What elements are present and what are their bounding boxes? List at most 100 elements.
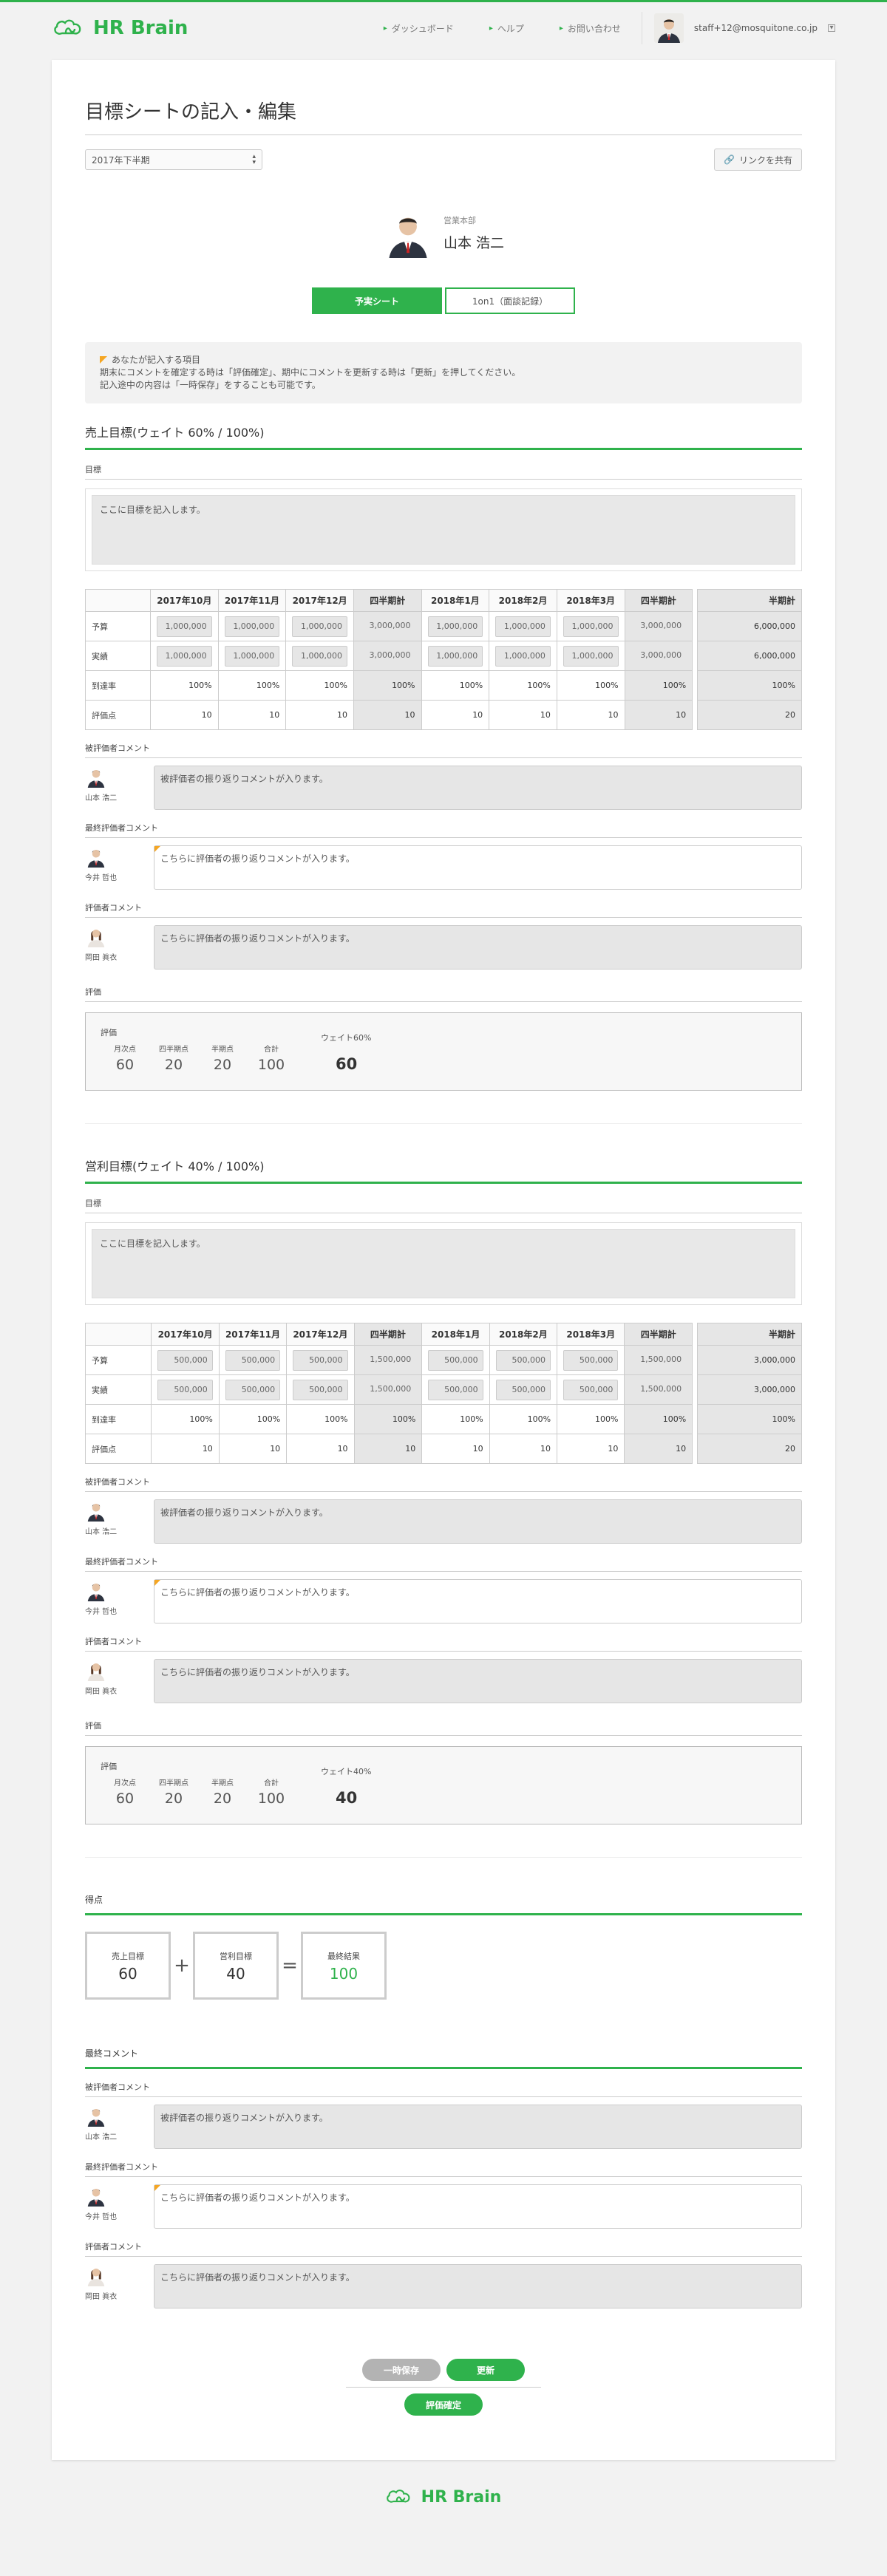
commenter-avatar [85, 1579, 107, 1601]
plus-sign: + [174, 1955, 190, 1977]
value-input[interactable]: 500,000 [563, 1349, 619, 1371]
share-link-button[interactable]: 🔗 リンクを共有 [714, 149, 802, 171]
value-input[interactable]: 1,000,000 [495, 616, 551, 637]
value-input[interactable]: 500,000 [293, 1379, 348, 1400]
evaluation-box: 評価 月次点 60 四半期点 20 半期点 20 合計 100 ウェイト40% 40 [85, 1746, 802, 1824]
table-cell: 100% [556, 670, 625, 701]
value-input: 1,500,000 [360, 1349, 416, 1371]
table-cell: 100% [489, 1404, 558, 1434]
comment-text[interactable]: こちらに評価者の振り返りコメントが入ります。 [154, 845, 802, 890]
comment-body: 山本 浩二 被評価者の振り返りコメントが入ります。 [85, 2105, 802, 2149]
column-header: 2018年2月 [489, 589, 557, 612]
column-header: 2017年10月 [149, 589, 219, 612]
commenter: 山本 浩二 [85, 1499, 154, 1544]
value-input[interactable]: 1,000,000 [495, 645, 551, 667]
confirm-evaluation-button[interactable]: 評価確定 [404, 2393, 483, 2416]
user-menu[interactable]: staff+12@mosquitone.co.jp ▾ [641, 12, 835, 44]
table-row: 予算 1,000,000 1,000,000 1,000,000 3,000,000 1,… [85, 611, 693, 641]
value-input[interactable]: 1,000,000 [563, 616, 619, 637]
table-cell: 10 [624, 1434, 693, 1464]
column-header: 2018年1月 [421, 1323, 490, 1346]
commenter-name: 今井 哲也 [85, 1608, 118, 1616]
value-input[interactable]: 500,000 [428, 1379, 483, 1400]
table-cell: 10 [557, 1434, 625, 1464]
value-input[interactable]: 1,000,000 [292, 616, 347, 637]
period-select[interactable]: 2017年下半期 ▴ ▾ [85, 149, 262, 170]
chevron-right-icon: ▸ [383, 24, 387, 33]
tab-1on1[interactable]: 1on1（面談記録） [445, 287, 575, 314]
brand-logo[interactable]: HR Brain [53, 17, 188, 39]
commenter-name: 山本 浩二 [85, 1528, 118, 1536]
value-input[interactable]: 500,000 [495, 1349, 551, 1371]
total-sales-value: 60 [118, 1965, 137, 1983]
footer-logo[interactable]: HR Brain [386, 2487, 502, 2507]
value-input[interactable]: 500,000 [563, 1379, 619, 1400]
value-input[interactable]: 500,000 [428, 1349, 483, 1371]
column-header: 四半期計 [353, 589, 422, 612]
comment-body: 山本 浩二 被評価者の振り返りコメントが入ります。 [85, 1499, 802, 1544]
commenter: 今井 哲也 [85, 2184, 154, 2229]
value-input[interactable]: 1,000,000 [563, 645, 619, 667]
commenter-avatar [85, 1499, 107, 1522]
table-cell: 500,000 [151, 1374, 220, 1405]
goal-text[interactable]: ここに目標を記入します。 [92, 495, 795, 565]
table-cell: 100% [421, 1404, 490, 1434]
table-cell: 1,000,000 [489, 611, 557, 641]
value-input[interactable]: 500,000 [293, 1349, 348, 1371]
value-input[interactable]: 500,000 [495, 1379, 551, 1400]
score-half: 半期点 20 [198, 1776, 247, 1807]
value-input[interactable]: 1,000,000 [224, 645, 280, 667]
value-input[interactable]: 1,000,000 [156, 645, 212, 667]
value-input[interactable]: 500,000 [225, 1349, 281, 1371]
nav-help[interactable]: ▸ ヘルプ [489, 22, 524, 35]
evaluation-block: 評価 評価 月次点 60 四半期点 20 半期点 20 合計 100 ウェイト40% 40 [85, 1720, 802, 1824]
table-row: 到達率 100% 100% 100% 100% 100% 100% 100% 100% [85, 670, 693, 701]
row-label: 実績 [85, 641, 151, 671]
value-input[interactable]: 500,000 [157, 1379, 213, 1400]
half-header: 半期計 [697, 1323, 802, 1346]
nav-contact[interactable]: ▸ お問い合わせ [560, 22, 621, 35]
comment-label: 評価者コメント [85, 1635, 802, 1652]
table-cell: 500,000 [421, 1345, 490, 1375]
goal-text[interactable]: ここに目標を記入します。 [92, 1229, 795, 1298]
commenter-avatar [85, 2105, 107, 2127]
table-cell: 500,000 [489, 1345, 558, 1375]
table-row: 評価点 10 10 10 10 10 10 10 10 [85, 700, 693, 730]
value-input[interactable]: 1,000,000 [427, 616, 483, 637]
tab-yojitsu-sheet[interactable]: 予実シート [312, 287, 442, 314]
confirm-row: 評価確定 [85, 2393, 802, 2416]
update-button[interactable]: 更新 [446, 2359, 525, 2381]
comment-text[interactable]: こちらに評価者の振り返りコメントが入ります。 [154, 2184, 802, 2229]
save-draft-button[interactable]: 一時保存 [362, 2359, 441, 2381]
header: HR Brain ▸ ダッシュボード ▸ ヘルプ ▸ お問い合わせ staff+12@… [0, 2, 887, 54]
dropdown-icon[interactable]: ▾ [828, 24, 835, 32]
table-cell: 500,000 [489, 1374, 558, 1405]
brand-name: HR Brain [93, 17, 188, 39]
value-input[interactable]: 500,000 [157, 1349, 213, 1371]
notice-line3: 記入途中の内容は「一時保存」をすることも可能です。 [100, 380, 321, 390]
section-title: 営利目標(ウェイト 40% / 100%) [85, 1156, 802, 1184]
value-input[interactable]: 1,000,000 [156, 616, 212, 637]
nav-dashboard[interactable]: ▸ ダッシュボード [384, 22, 454, 35]
column-header: 2017年11月 [217, 589, 287, 612]
value-input[interactable]: 1,000,000 [224, 616, 280, 637]
comment-text[interactable]: こちらに評価者の振り返りコメントが入ります。 [154, 1579, 802, 1623]
value-input: 3,000,000 [631, 645, 687, 667]
value-input[interactable]: 1,000,000 [292, 645, 347, 667]
score-value: 100 [257, 1057, 285, 1073]
value-input[interactable]: 500,000 [225, 1379, 281, 1400]
table-cell: 10 [353, 700, 422, 730]
footer-brand-name: HR Brain [421, 2487, 502, 2507]
value-input: 3,000,000 [359, 616, 415, 637]
table-cell: 1,000,000 [556, 611, 625, 641]
value-input[interactable]: 1,000,000 [427, 645, 483, 667]
comment-body: 今井 哲也 こちらに評価者の振り返りコメントが入ります。 [85, 1579, 802, 1623]
column-header: 2017年11月 [218, 1323, 288, 1346]
monthly-table: 2017年10月 2017年11月 2017年12月 四半期計 2018年1月 2018年… [84, 1323, 693, 1464]
table-cell: 1,500,000 [624, 1345, 693, 1375]
table-cell: 1,000,000 [556, 641, 625, 671]
notice-line1: あなたが記入する項目 [112, 355, 201, 365]
footer: HR Brain [0, 2460, 887, 2534]
comment-label: 最終評価者コメント [85, 822, 802, 838]
evaluation-scores: 月次点 60 四半期点 20 半期点 20 合計 100 ウェイト40% 40 [101, 1767, 786, 1807]
